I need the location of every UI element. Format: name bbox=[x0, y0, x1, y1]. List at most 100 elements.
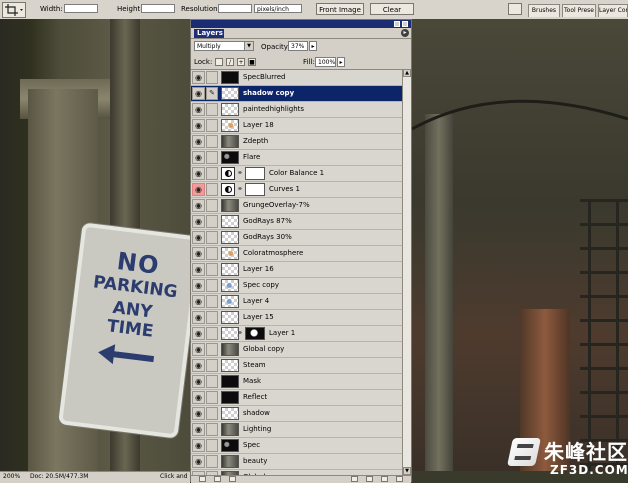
link-toggle[interactable] bbox=[206, 407, 218, 420]
layer-list[interactable]: ◉ SpecBlurred ◉ ✎ shadow copy ◉ paintedhighlig… bbox=[191, 69, 402, 476]
height-input[interactable] bbox=[141, 4, 175, 13]
link-toggle[interactable] bbox=[206, 295, 218, 308]
visibility-eye-icon[interactable]: ◉ bbox=[192, 183, 205, 196]
minimize-icon[interactable] bbox=[394, 21, 400, 27]
layer-row[interactable]: ◉ Global copy bbox=[191, 342, 402, 358]
visibility-eye-icon[interactable]: ◉ bbox=[192, 151, 205, 164]
layer-row[interactable]: ◉ Layer 4 bbox=[191, 294, 402, 310]
chain-link-icon[interactable]: ⚭ bbox=[237, 169, 243, 178]
link-toggle[interactable] bbox=[206, 247, 218, 260]
visibility-eye-icon[interactable]: ◉ bbox=[192, 311, 205, 324]
adjustment-layer-icon[interactable] bbox=[351, 476, 358, 482]
layer-row[interactable]: ◉ paintedhighlights bbox=[191, 102, 402, 118]
lock-image-icon[interactable]: ∕ bbox=[226, 58, 234, 66]
visibility-eye-icon[interactable]: ◉ bbox=[192, 407, 205, 420]
visibility-eye-icon[interactable]: ◉ bbox=[192, 391, 205, 404]
layer-row[interactable]: ◉ Flare bbox=[191, 150, 402, 166]
link-toggle[interactable] bbox=[206, 263, 218, 276]
fill-input[interactable]: 100% bbox=[315, 57, 336, 67]
link-toggle[interactable] bbox=[206, 103, 218, 116]
layer-row[interactable]: ◉ Steam bbox=[191, 358, 402, 374]
visibility-eye-icon[interactable]: ◉ bbox=[192, 343, 205, 356]
visibility-eye-icon[interactable]: ◉ bbox=[192, 119, 205, 132]
link-toggle[interactable] bbox=[206, 343, 218, 356]
layer-row[interactable]: ◉ ⚭ Layer 1 bbox=[191, 326, 402, 342]
link-toggle[interactable] bbox=[206, 375, 218, 388]
visibility-eye-icon[interactable]: ◉ bbox=[192, 263, 205, 276]
visibility-eye-icon[interactable]: ◉ bbox=[192, 375, 205, 388]
lock-position-icon[interactable]: + bbox=[237, 58, 245, 66]
layer-row[interactable]: ◉ Layer 18 bbox=[191, 118, 402, 134]
close-icon[interactable] bbox=[402, 21, 408, 27]
link-toggle[interactable] bbox=[206, 391, 218, 404]
new-group-icon[interactable] bbox=[366, 476, 373, 482]
layer-style-icon[interactable] bbox=[214, 476, 221, 482]
link-toggle[interactable] bbox=[206, 199, 218, 212]
visibility-eye-icon[interactable]: ◉ bbox=[192, 87, 205, 100]
link-toggle[interactable] bbox=[206, 311, 218, 324]
link-toggle[interactable] bbox=[206, 135, 218, 148]
link-toggle[interactable] bbox=[206, 455, 218, 468]
link-toggle[interactable] bbox=[206, 119, 218, 132]
layer-row[interactable]: ◉ Layer 16 bbox=[191, 262, 402, 278]
link-toggle[interactable] bbox=[206, 167, 218, 180]
layer-row[interactable]: ◉ Lighting bbox=[191, 422, 402, 438]
tab-brushes[interactable]: Brushes bbox=[528, 4, 560, 17]
brush-icon[interactable]: ✎ bbox=[206, 87, 218, 100]
tab-tool-presets[interactable]: Tool Prese bbox=[562, 4, 596, 17]
link-toggle[interactable] bbox=[206, 423, 218, 436]
visibility-eye-icon[interactable]: ◉ bbox=[192, 215, 205, 228]
layer-row[interactable]: ◉ ✎ shadow copy bbox=[191, 86, 402, 102]
link-toggle[interactable] bbox=[206, 215, 218, 228]
resolution-input[interactable] bbox=[218, 4, 252, 13]
visibility-eye-icon[interactable]: ◉ bbox=[192, 439, 205, 452]
lock-transparent-icon[interactable] bbox=[215, 58, 223, 66]
link-toggle[interactable] bbox=[206, 231, 218, 244]
visibility-eye-icon[interactable]: ◉ bbox=[192, 359, 205, 372]
opacity-input[interactable]: 37% bbox=[288, 41, 308, 51]
layer-row[interactable]: ◉ GrungeOverlay-7% bbox=[191, 198, 402, 214]
link-toggle[interactable] bbox=[206, 71, 218, 84]
chain-link-icon[interactable]: ⚭ bbox=[237, 185, 243, 194]
layer-row[interactable]: ◉ Mask bbox=[191, 374, 402, 390]
scroll-down-icon[interactable]: ▼ bbox=[403, 467, 411, 475]
blend-mode-select[interactable]: Multiply ▼ bbox=[194, 41, 254, 51]
layer-row[interactable]: ◉ Coloratmosphere bbox=[191, 246, 402, 262]
panel-menu-icon[interactable]: ▸ bbox=[401, 29, 409, 37]
scroll-up-icon[interactable]: ▲ bbox=[403, 69, 411, 77]
visibility-eye-icon[interactable]: ◉ bbox=[192, 103, 205, 116]
layer-row[interactable]: ◉ ⚭ Color Balance 1 bbox=[191, 166, 402, 182]
layer-row[interactable]: ◉ Reflect bbox=[191, 390, 402, 406]
width-input[interactable] bbox=[64, 4, 98, 13]
front-image-button[interactable]: Front Image bbox=[316, 3, 364, 15]
visibility-eye-icon[interactable]: ◉ bbox=[192, 167, 205, 180]
visibility-eye-icon[interactable]: ◉ bbox=[192, 199, 205, 212]
trash-icon[interactable] bbox=[396, 476, 403, 482]
visibility-eye-icon[interactable]: ◉ bbox=[192, 295, 205, 308]
layer-row[interactable]: ◉ ⚭ Curves 1 bbox=[191, 182, 402, 198]
visibility-eye-icon[interactable]: ◉ bbox=[192, 423, 205, 436]
visibility-eye-icon[interactable]: ◉ bbox=[192, 247, 205, 260]
layer-row[interactable]: ◉ Spec bbox=[191, 438, 402, 454]
layer-row[interactable]: ◉ Layer 15 bbox=[191, 310, 402, 326]
layer-row[interactable]: ◉ GodRays 30% bbox=[191, 230, 402, 246]
lock-all-icon[interactable]: ■ bbox=[248, 58, 256, 66]
layer-list-scrollbar[interactable]: ▲ ▼ bbox=[402, 69, 411, 475]
visibility-eye-icon[interactable]: ◉ bbox=[192, 455, 205, 468]
layer-row[interactable]: ◉ GodRays 87% bbox=[191, 214, 402, 230]
layer-row[interactable]: ◉ SpecBlurred bbox=[191, 70, 402, 86]
visibility-eye-icon[interactable]: ◉ bbox=[192, 231, 205, 244]
layer-mask-thumbnail[interactable] bbox=[245, 327, 265, 340]
new-layer-icon[interactable] bbox=[381, 476, 388, 482]
visibility-eye-icon[interactable]: ◉ bbox=[192, 71, 205, 84]
opacity-slider-button[interactable]: ▸ bbox=[309, 41, 317, 51]
link-layers-icon[interactable] bbox=[199, 476, 206, 482]
tab-layer-comps[interactable]: Layer Con bbox=[598, 4, 628, 17]
zoom-level[interactable]: 200% bbox=[3, 472, 20, 482]
layer-mask-thumbnail[interactable] bbox=[245, 183, 265, 196]
layer-row[interactable]: ◉ Zdepth bbox=[191, 134, 402, 150]
link-toggle[interactable] bbox=[206, 439, 218, 452]
visibility-eye-icon[interactable]: ◉ bbox=[192, 327, 205, 340]
link-toggle[interactable] bbox=[206, 359, 218, 372]
resolution-unit-select[interactable]: pixels/inch bbox=[254, 4, 302, 13]
